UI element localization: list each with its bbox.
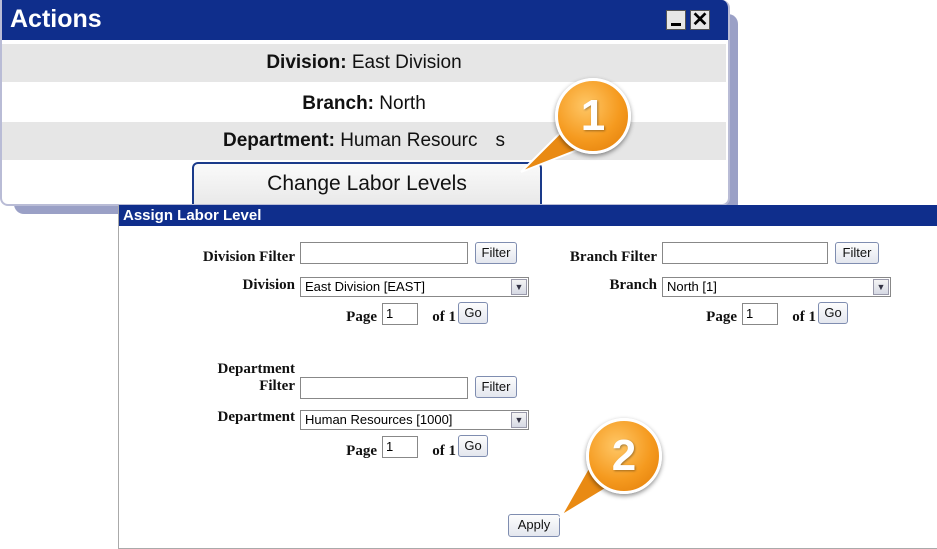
callout-badge-1: 1: [555, 78, 631, 154]
callout-pointers: [520, 126, 614, 519]
callout-badge-2: 2: [586, 418, 662, 494]
